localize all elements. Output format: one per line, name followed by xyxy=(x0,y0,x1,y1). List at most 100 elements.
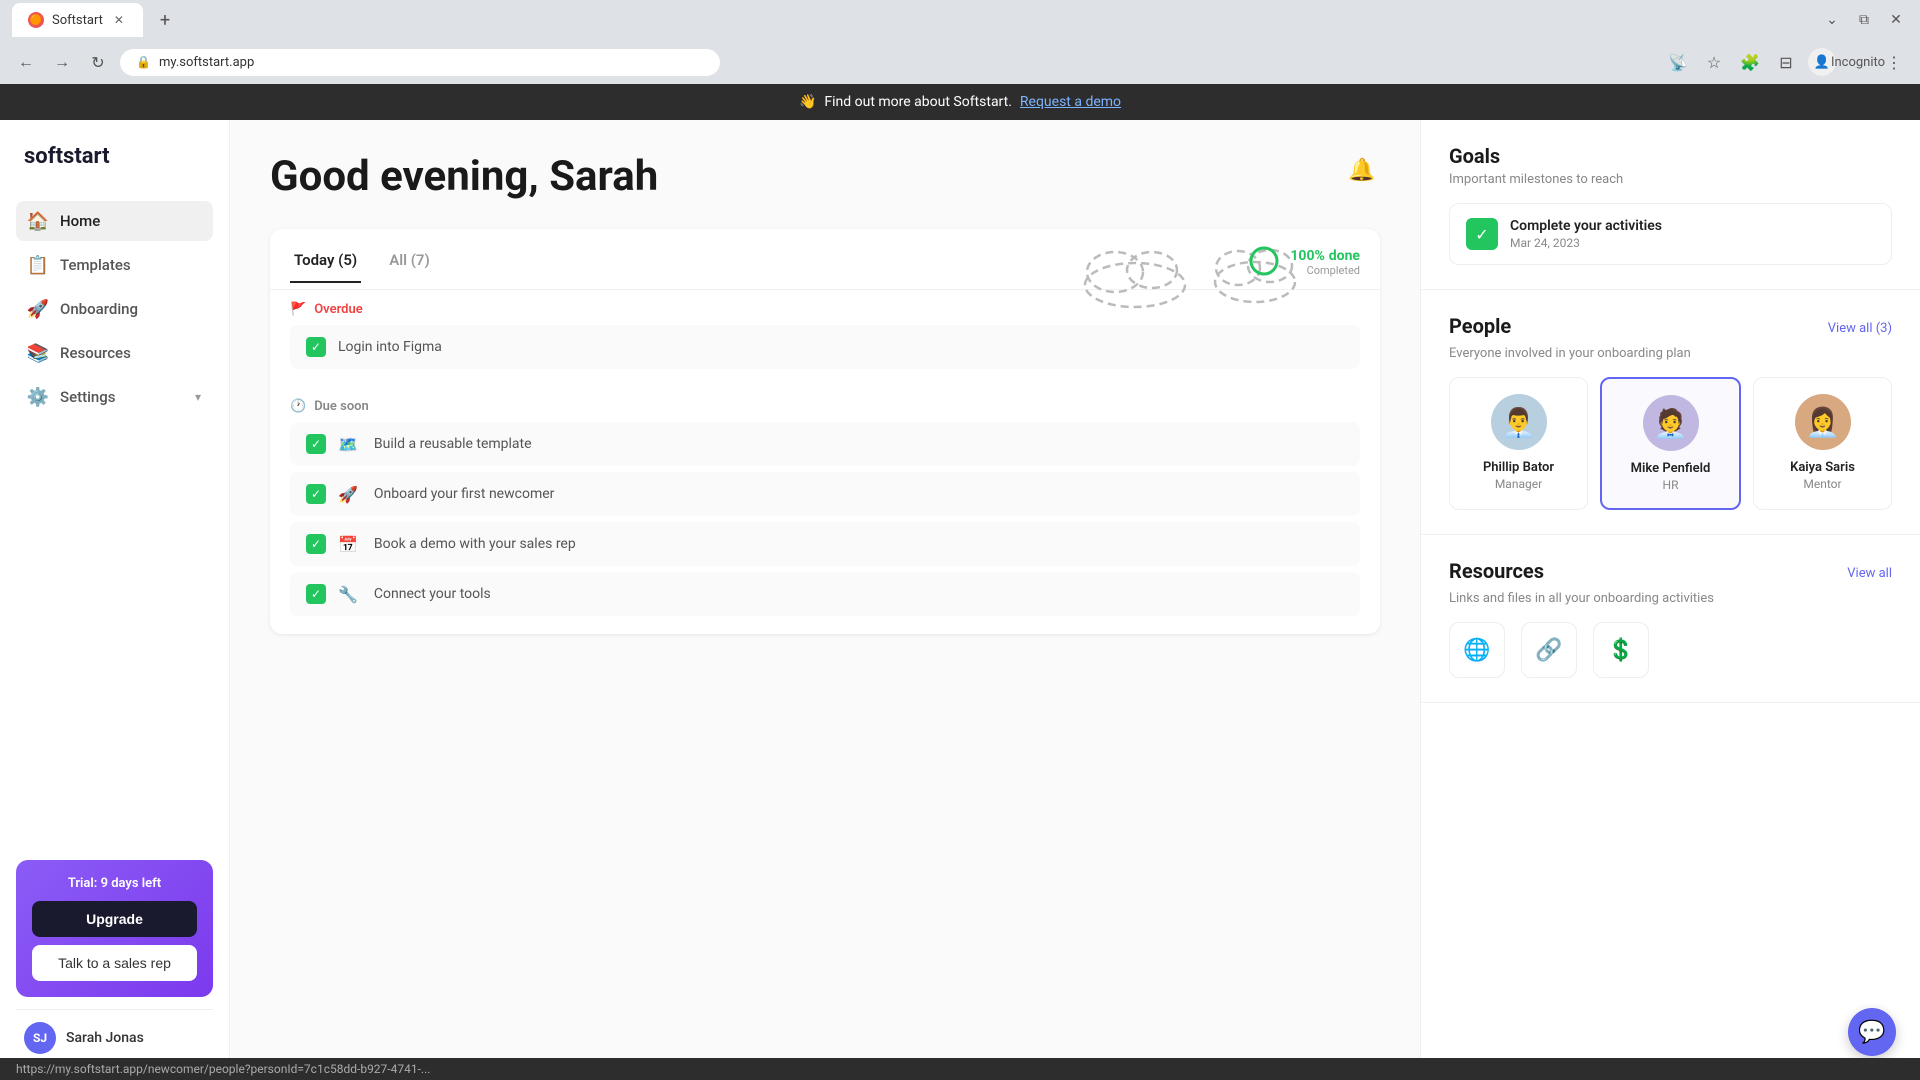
due-soon-label: 🕐 Due soon xyxy=(290,399,1360,414)
tab-close-button[interactable]: ✕ xyxy=(111,12,127,28)
sidebar-item-onboarding-label: Onboarding xyxy=(60,300,138,318)
avatar-kaiya: 👩‍💼 xyxy=(1795,394,1851,450)
back-button[interactable]: ← xyxy=(12,48,40,76)
resources-icon: 📚 xyxy=(28,343,48,363)
split-screen-icon[interactable]: ⊟ xyxy=(1772,48,1800,76)
tab-favicon: 🟠 xyxy=(28,12,44,28)
tab-today[interactable]: Today (5) xyxy=(290,251,361,283)
avatar: SJ xyxy=(24,1022,56,1054)
person-name-phillip: Phillip Bator xyxy=(1462,460,1575,475)
task-item-demo[interactable]: ✓ 📅 Book a demo with your sales rep xyxy=(290,522,1360,566)
task-emoji-tools: 🔧 xyxy=(338,585,358,604)
resource-icon-web[interactable]: 🌐 xyxy=(1449,622,1505,678)
notification-bell-icon[interactable]: 🔔 xyxy=(1344,152,1380,188)
resources-title: Resources xyxy=(1449,559,1544,583)
promo-wave: 👋 xyxy=(799,94,816,110)
view-all-people-link[interactable]: View all (3) xyxy=(1828,321,1892,336)
task-item-tools[interactable]: ✓ 🔧 Connect your tools xyxy=(290,572,1360,616)
sidebar-item-settings[interactable]: ⚙️ Settings ▾ xyxy=(16,377,213,417)
person-role-kaiya: Mentor xyxy=(1766,477,1879,491)
goal-title: Complete your activities xyxy=(1510,218,1662,234)
trial-text: Trial: 9 days left xyxy=(32,876,197,891)
person-card-phillip[interactable]: 👨‍💼 Phillip Bator Manager xyxy=(1449,377,1588,510)
upgrade-button[interactable]: Upgrade xyxy=(32,901,197,937)
task-check-icon: ✓ xyxy=(306,434,326,454)
greeting: Good evening, Sarah xyxy=(270,152,1380,201)
minimize-button[interactable]: ⌄ xyxy=(1820,8,1844,32)
task-emoji-newcomer: 🚀 xyxy=(338,485,358,504)
forward-button[interactable]: → xyxy=(48,48,76,76)
cloud-left-icon xyxy=(1080,240,1190,310)
main-content: Good evening, Sarah 🔔 Today (5) All (7) xyxy=(230,120,1420,1078)
person-card-mike[interactable]: 🧑‍💼 Mike Penfield HR xyxy=(1600,377,1741,510)
task-check-icon: ✓ xyxy=(306,534,326,554)
sales-button[interactable]: Talk to a sales rep xyxy=(32,945,197,981)
sidebar-item-templates-label: Templates xyxy=(60,256,131,274)
goals-subtitle: Important milestones to reach xyxy=(1449,172,1892,187)
tab-title: Softstart xyxy=(52,13,103,28)
resources-icons: 🌐 🔗 💲 xyxy=(1449,622,1892,678)
resource-icon-link[interactable]: 🔗 xyxy=(1521,622,1577,678)
url-text: my.softstart.app xyxy=(159,55,254,70)
goal-item[interactable]: ✓ Complete your activities Mar 24, 2023 xyxy=(1449,203,1892,265)
resources-subtitle: Links and files in all your onboarding a… xyxy=(1449,591,1892,606)
task-check-icon: ✓ xyxy=(306,584,326,604)
view-all-resources-link[interactable]: View all xyxy=(1847,566,1892,581)
person-role-mike: HR xyxy=(1614,478,1727,492)
avatar-mike: 🧑‍💼 xyxy=(1643,395,1699,451)
maximize-button[interactable]: ⧉ xyxy=(1852,8,1876,32)
due-soon-clock-icon: 🕐 xyxy=(290,399,306,414)
user-name: Sarah Jonas xyxy=(66,1030,144,1046)
resources-section: Resources View all Links and files in al… xyxy=(1421,535,1920,703)
templates-icon: 📋 xyxy=(28,255,48,275)
sidebar-item-onboarding[interactable]: 🚀 Onboarding xyxy=(16,289,213,329)
new-tab-button[interactable]: + xyxy=(151,6,179,34)
cast-icon[interactable]: 📡 xyxy=(1664,48,1692,76)
browser-tab[interactable]: 🟠 Softstart ✕ xyxy=(12,3,143,37)
goal-date: Mar 24, 2023 xyxy=(1510,236,1662,250)
progress-done-label: done xyxy=(1329,248,1360,264)
people-header: People View all (3) xyxy=(1449,314,1892,342)
person-name-mike: Mike Penfield xyxy=(1614,461,1727,476)
tab-all[interactable]: All (7) xyxy=(385,251,434,283)
task-check-icon: ✓ xyxy=(306,484,326,504)
task-emoji-demo: 📅 xyxy=(338,535,358,554)
chat-bubble-button[interactable]: 💬 xyxy=(1848,1008,1896,1056)
settings-icon: ⚙️ xyxy=(28,387,48,407)
people-title: People xyxy=(1449,314,1511,338)
due-soon-section: 🕐 Due soon ✓ 🗺️ Build a reusable templat… xyxy=(270,387,1380,634)
overdue-flag-icon: 🚩 xyxy=(290,302,306,317)
people-subtitle: Everyone involved in your onboarding pla… xyxy=(1449,346,1892,361)
address-bar[interactable]: 🔒 my.softstart.app xyxy=(120,49,720,76)
extensions-icon[interactable]: 🧩 xyxy=(1736,48,1764,76)
task-label: Login into Figma xyxy=(338,339,442,355)
trial-box: Trial: 9 days left Upgrade Talk to a sal… xyxy=(16,860,213,997)
sidebar-item-resources[interactable]: 📚 Resources xyxy=(16,333,213,373)
sidebar-item-home[interactable]: 🏠 Home xyxy=(16,201,213,241)
incognito-label: Incognito xyxy=(1844,48,1872,76)
person-role-phillip: Manager xyxy=(1462,477,1575,491)
promo-banner: 👋 Find out more about Softstart. Request… xyxy=(0,84,1920,120)
task-item-newcomer[interactable]: ✓ 🚀 Onboard your first newcomer xyxy=(290,472,1360,516)
task-check-icon: ✓ xyxy=(306,337,326,357)
task-item-template[interactable]: ✓ 🗺️ Build a reusable template xyxy=(290,422,1360,466)
person-name-kaiya: Kaiya Saris xyxy=(1766,460,1879,475)
person-card-kaiya[interactable]: 👩‍💼 Kaiya Saris Mentor xyxy=(1753,377,1892,510)
task-label-demo: Book a demo with your sales rep xyxy=(374,536,576,552)
bookmark-icon[interactable]: ☆ xyxy=(1700,48,1728,76)
close-window-button[interactable]: ✕ xyxy=(1884,8,1908,32)
sidebar-item-settings-label: Settings xyxy=(60,388,116,406)
people-grid: 👨‍💼 Phillip Bator Manager 🧑‍💼 Mike Penfi… xyxy=(1449,377,1892,510)
app-logo: softstart xyxy=(16,144,213,169)
task-item-login-figma[interactable]: ✓ Login into Figma xyxy=(290,325,1360,369)
sidebar-item-templates[interactable]: 📋 Templates xyxy=(16,245,213,285)
right-panel: Goals Important milestones to reach ✓ Co… xyxy=(1420,120,1920,1078)
task-label-template: Build a reusable template xyxy=(374,436,532,452)
goal-check-icon: ✓ xyxy=(1466,218,1498,250)
menu-icon[interactable]: ⋮ xyxy=(1880,48,1908,76)
reload-button[interactable]: ↻ xyxy=(84,48,112,76)
status-url: https://my.softstart.app/newcomer/people… xyxy=(16,1062,430,1076)
home-icon: 🏠 xyxy=(28,211,48,231)
promo-link[interactable]: Request a demo xyxy=(1020,94,1121,110)
resource-icon-dollar[interactable]: 💲 xyxy=(1593,622,1649,678)
